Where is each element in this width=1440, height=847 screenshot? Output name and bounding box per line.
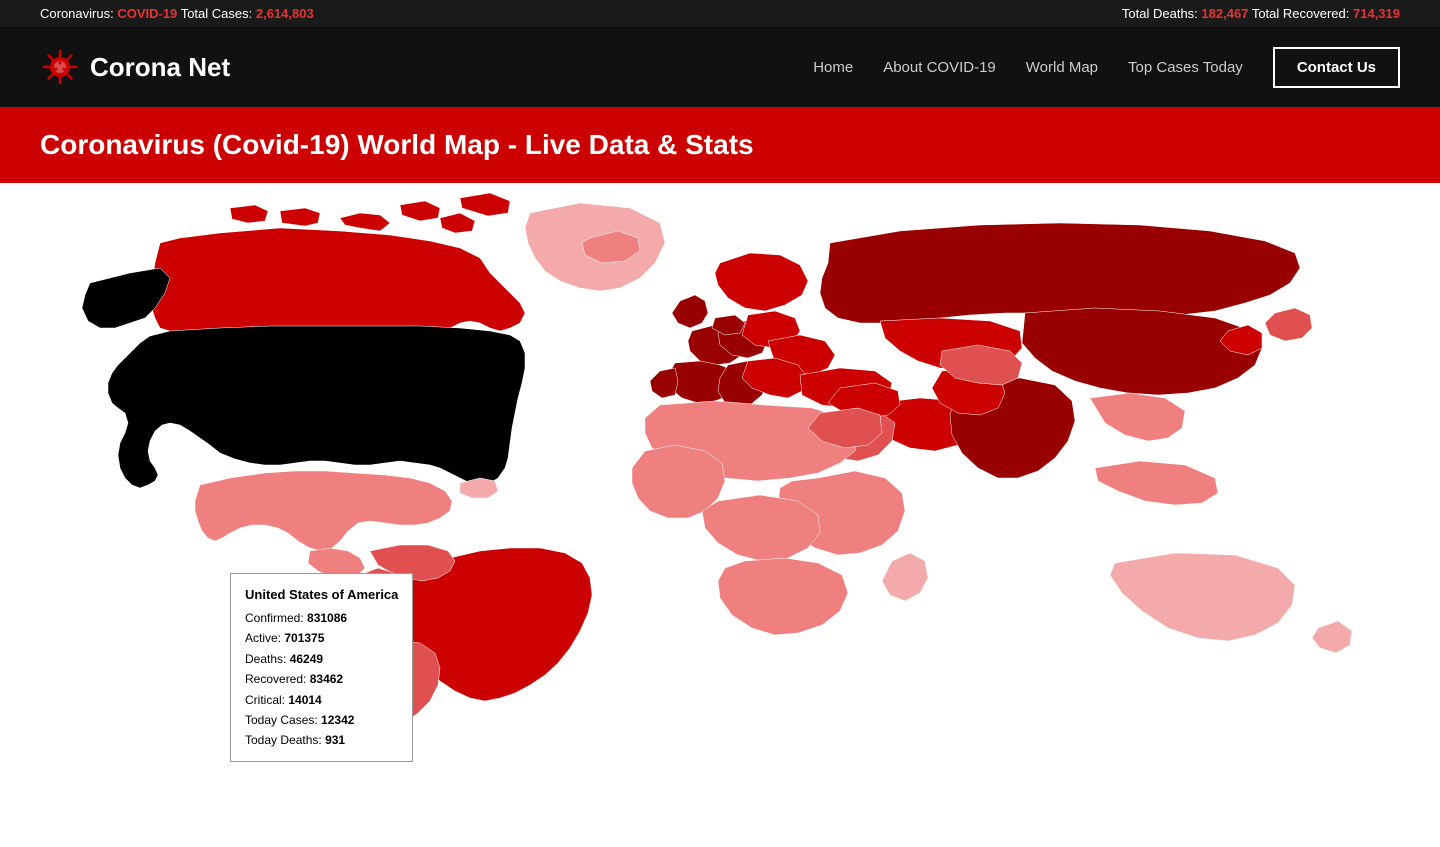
home-link[interactable]: Home [813,59,853,76]
world-map-svg[interactable] [0,183,1440,803]
red-banner: Coronavirus (Covid-19) World Map - Live … [0,107,1440,183]
logo-area: Corona Net [40,47,230,87]
contact-button[interactable]: Contact Us [1273,47,1400,88]
tooltip-today-deaths: Today Deaths: 931 [245,730,398,750]
coronavirus-label: Coronavirus: [40,6,114,21]
nav-links: Home About COVID-19 World Map Top Cases … [813,47,1400,88]
covid-label: COVID-19 [117,6,177,21]
stats-bar: Coronavirus: COVID-19 Total Cases: 2,614… [0,0,1440,27]
tooltip-active: Active: 701375 [245,628,398,648]
tooltip-confirmed: Confirmed: 831086 [245,608,398,628]
navbar: Corona Net Home About COVID-19 World Map… [0,27,1440,107]
map-area: United States of America Confirmed: 8310… [0,183,1440,803]
tooltip-critical: Critical: 14014 [245,690,398,710]
total-recovered-value: 714,319 [1353,6,1400,21]
total-cases-label: Total Cases: [181,6,253,21]
tooltip-today-cases: Today Cases: 12342 [245,710,398,730]
total-cases-value: 2,614,803 [256,6,314,21]
total-recovered-label: Total Recovered: [1252,6,1350,21]
worldmap-link[interactable]: World Map [1026,59,1098,76]
page-title: Coronavirus (Covid-19) World Map - Live … [40,129,1400,161]
total-deaths-label: Total Deaths: [1122,6,1198,21]
tooltip-deaths: Deaths: 46249 [245,649,398,669]
total-deaths-value: 182,467 [1201,6,1248,21]
tooltip-country: United States of America [245,584,398,606]
country-tooltip: United States of America Confirmed: 8310… [230,573,413,762]
left-stats: Coronavirus: COVID-19 Total Cases: 2,614… [40,6,314,21]
logo-text: Corona Net [90,52,230,83]
logo-icon [40,47,80,87]
right-stats: Total Deaths: 182,467 Total Recovered: 7… [1122,6,1400,21]
about-link[interactable]: About COVID-19 [883,59,996,76]
topcases-link[interactable]: Top Cases Today [1128,59,1243,76]
tooltip-recovered: Recovered: 83462 [245,669,398,689]
